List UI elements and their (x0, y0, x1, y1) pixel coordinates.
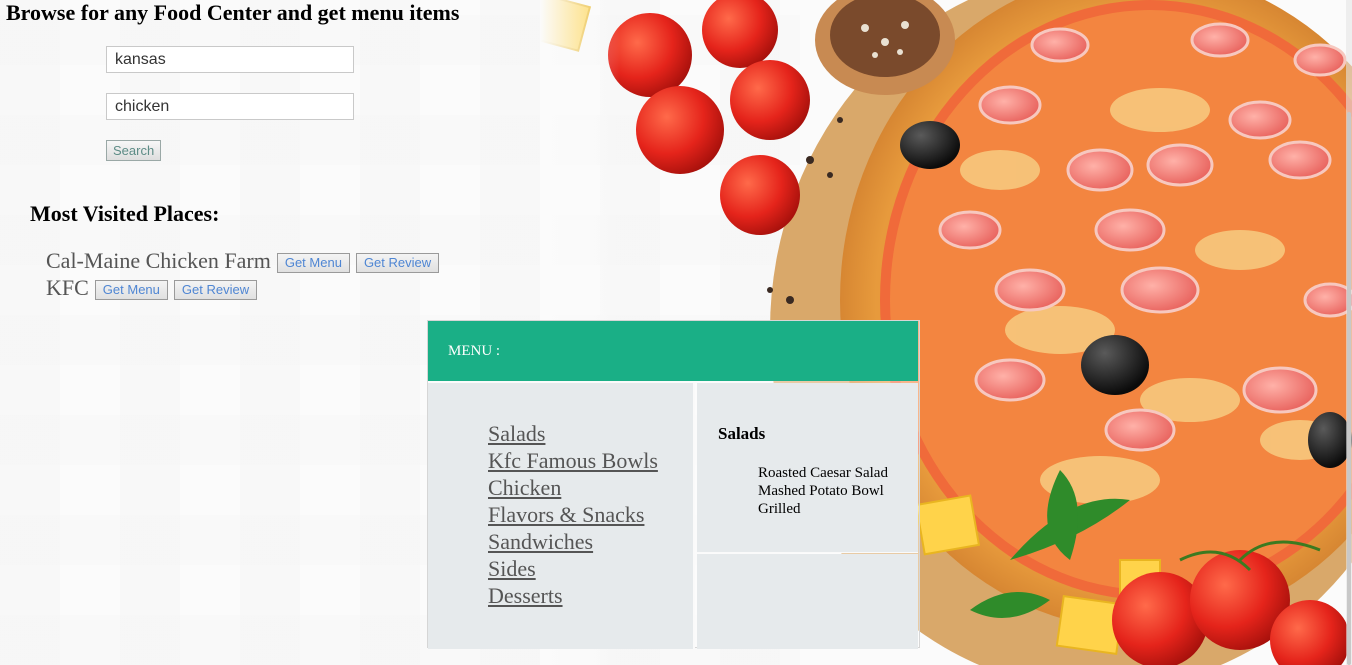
get-menu-button[interactable]: Get Menu (94, 280, 168, 300)
list-item: Kfc Famous Bowls (488, 447, 693, 474)
get-review-button[interactable]: Get Review (355, 253, 440, 273)
visited-place-row: KFC Get Menu Get Review (46, 275, 263, 301)
page: Browse for any Food Center and get menu … (0, 0, 1352, 665)
category-link-flavors-snacks[interactable]: Flavors & Snacks (488, 502, 644, 527)
search-query-input[interactable] (106, 93, 354, 120)
category-link-desserts[interactable]: Desserts (488, 583, 563, 608)
search-button[interactable]: Search (106, 140, 162, 161)
visited-place-row: Cal-Maine Chicken Farm Get Menu Get Revi… (46, 248, 445, 274)
category-link-salads[interactable]: Salads (488, 421, 545, 446)
list-item: Flavors & Snacks (488, 501, 693, 528)
menu-item: Mashed Potato Bowl (758, 483, 884, 499)
menu-category-list: Salads Kfc Famous Bowls Chicken Flavors … (428, 383, 693, 609)
menu-details-empty-panel (697, 554, 918, 649)
menu-panel: MENU : Salads Kfc Famous Bowls Chicken F… (427, 320, 920, 649)
list-item: Sides (488, 555, 693, 582)
category-link-sides[interactable]: Sides (488, 556, 536, 581)
location-input[interactable] (106, 46, 354, 73)
most-visited-title: Most Visited Places: (30, 201, 220, 226)
menu-header: MENU : (428, 321, 918, 381)
menu-item: Grilled (758, 501, 801, 517)
menu-items-panel: Salads Roasted Caesar Salad Mashed Potat… (697, 383, 918, 553)
list-item: Desserts (488, 582, 693, 609)
category-link-chicken[interactable]: Chicken (488, 475, 561, 500)
get-menu-button[interactable]: Get Menu (276, 253, 350, 273)
page-title: Browse for any Food Center and get menu … (6, 0, 460, 25)
category-link-sandwiches[interactable]: Sandwiches (488, 529, 593, 554)
scrollbar-thumb[interactable] (1347, 112, 1351, 665)
menu-item: Roasted Caesar Salad (758, 465, 888, 481)
menu-category-list-panel: Salads Kfc Famous Bowls Chicken Flavors … (428, 383, 695, 649)
place-name: KFC (46, 275, 89, 300)
selected-category-heading: Salads (718, 424, 766, 443)
list-item: Sandwiches (488, 528, 693, 555)
list-item: Salads (488, 420, 693, 447)
category-link-kfc-famous-bowls[interactable]: Kfc Famous Bowls (488, 448, 658, 473)
place-name: Cal-Maine Chicken Farm (46, 248, 271, 273)
menu-items-list: Roasted Caesar Salad Mashed Potato Bowl … (758, 464, 888, 518)
list-item: Chicken (488, 474, 693, 501)
get-review-button[interactable]: Get Review (173, 280, 258, 300)
